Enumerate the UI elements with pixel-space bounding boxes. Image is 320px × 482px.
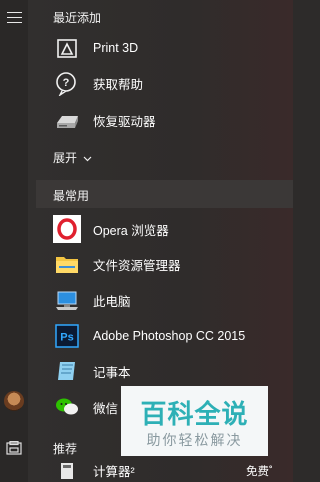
- list-item-notepad[interactable]: 记事本: [53, 354, 283, 388]
- list-item-print-3d[interactable]: Print 3D: [53, 31, 283, 65]
- expand-toggle[interactable]: 展开: [53, 149, 92, 166]
- free-badge: 免费˚: [246, 466, 273, 478]
- file-explorer-icon: [53, 250, 81, 278]
- item-label: 恢复驱动器: [93, 114, 156, 129]
- user-avatar[interactable]: [4, 391, 24, 411]
- item-label: 此电脑: [93, 294, 131, 309]
- watermark-subtitle: 助你轻松解决: [146, 432, 243, 448]
- item-label: Adobe Photoshop CC 2015: [93, 329, 246, 343]
- item-label: Print 3D: [93, 41, 139, 55]
- recent-header: 最近添加: [53, 11, 102, 25]
- list-item-this-pc[interactable]: 此电脑: [53, 283, 283, 317]
- hamburger-menu-icon[interactable]: [7, 12, 22, 23]
- item-label: 计算器²: [93, 464, 135, 479]
- chevron-down-icon: [83, 156, 92, 162]
- print-3d-icon: [53, 34, 81, 62]
- photoshop-icon: Ps: [53, 322, 81, 350]
- list-item-file-explorer[interactable]: 文件资源管理器: [53, 247, 283, 281]
- watermark-title: 百科全说: [140, 399, 249, 429]
- expand-label: 展开: [53, 151, 78, 165]
- item-label: 文件资源管理器: [93, 258, 181, 273]
- start-rail: [0, 0, 28, 482]
- svg-text:?: ?: [63, 77, 70, 89]
- list-item-recovery-drive[interactable]: 恢复驱动器: [53, 103, 283, 137]
- item-label: 获取帮助: [93, 77, 144, 92]
- get-help-icon: ?: [53, 69, 81, 97]
- calculator-icon: [53, 460, 81, 480]
- recovery-drive-icon: [53, 106, 81, 134]
- most-used-header: 最常用: [53, 189, 90, 203]
- this-pc-icon: [53, 286, 81, 314]
- watermark-overlay: 百科全说 助你轻松解决: [121, 386, 268, 456]
- wechat-icon: [53, 393, 81, 421]
- svg-text:Ps: Ps: [60, 332, 73, 344]
- item-label: Opera 浏览器: [93, 223, 169, 238]
- documents-icon[interactable]: [6, 441, 22, 455]
- item-label: 记事本: [93, 365, 131, 380]
- notepad-icon: [53, 357, 81, 385]
- opera-icon: [53, 215, 81, 243]
- list-item-get-help[interactable]: ? 获取帮助: [53, 66, 283, 100]
- app-list: 最近添加 Print 3D ? 获取帮助 恢复驱动器 展开 最常用 Opera …: [28, 0, 293, 482]
- list-item-opera[interactable]: Opera 浏览器: [53, 212, 283, 246]
- recommended-header: 推荐: [53, 442, 78, 456]
- item-label: 微信: [93, 401, 119, 416]
- list-item-photoshop[interactable]: Ps Adobe Photoshop CC 2015: [53, 319, 283, 353]
